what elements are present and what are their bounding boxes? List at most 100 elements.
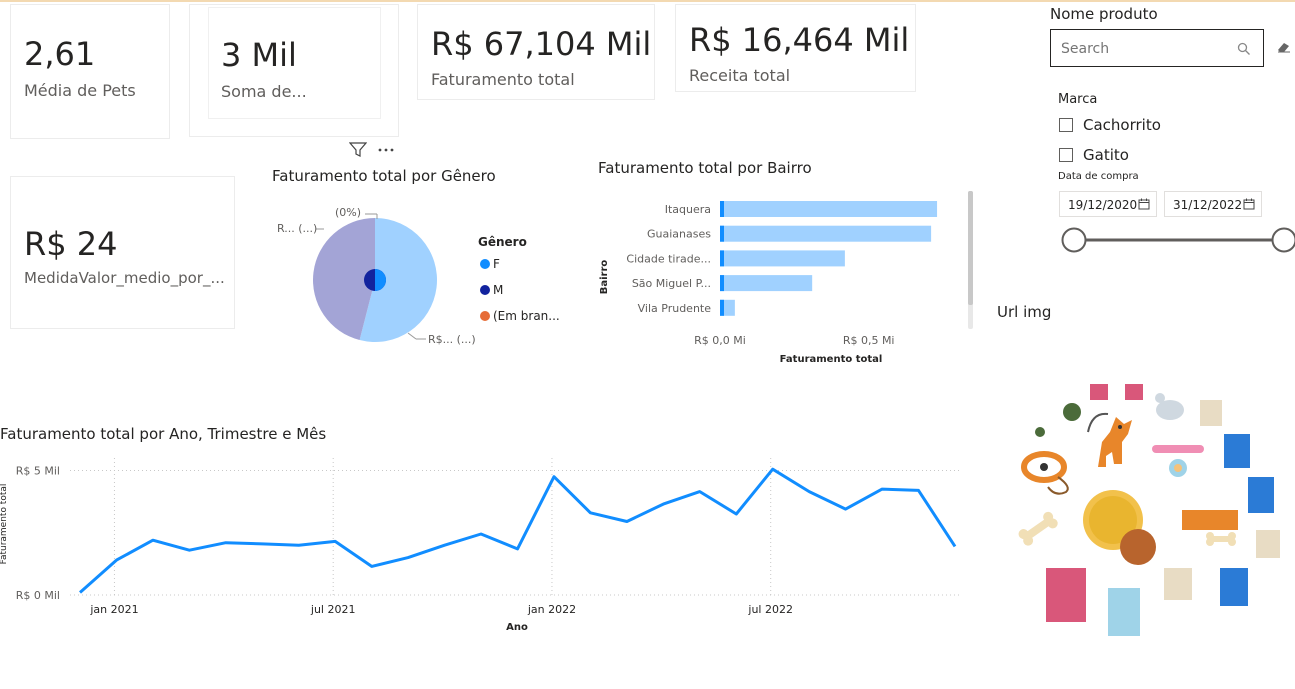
slicer-marca-title: Marca bbox=[1058, 92, 1098, 107]
start-date-value: 19/12/2020 bbox=[1068, 198, 1138, 212]
bar-tip-4 bbox=[720, 299, 724, 316]
bar-tip-3 bbox=[720, 275, 724, 292]
pie-legend-label[interactable]: F bbox=[493, 257, 500, 271]
option-cachorrito-label[interactable]: Cachorrito bbox=[1083, 116, 1161, 134]
more-options-icon[interactable] bbox=[377, 146, 395, 154]
line-point[interactable] bbox=[880, 487, 884, 491]
line-point[interactable] bbox=[260, 542, 264, 546]
bar-2[interactable] bbox=[720, 250, 845, 267]
line-point[interactable] bbox=[333, 539, 337, 543]
kpi-inner: 3 Mil Soma de... bbox=[208, 7, 381, 119]
calendar-icon[interactable] bbox=[1138, 198, 1150, 210]
line-point[interactable] bbox=[406, 556, 410, 560]
pie-legend-marker bbox=[480, 285, 490, 295]
line-point[interactable] bbox=[953, 544, 957, 548]
pie-label-right: R$... (...) bbox=[428, 333, 476, 346]
pie-label-top: (0%) bbox=[335, 206, 361, 219]
food-bag-icon bbox=[1256, 530, 1280, 558]
bone-icon bbox=[1018, 511, 1058, 546]
line-series[interactable] bbox=[79, 467, 957, 594]
start-date-input[interactable]: 19/12/2020 bbox=[1059, 191, 1157, 217]
filter-icon[interactable] bbox=[349, 142, 367, 158]
food-bag-icon bbox=[1224, 434, 1250, 468]
bar-x-axis-label: Faturamento total bbox=[780, 354, 883, 365]
bar-0[interactable] bbox=[720, 201, 938, 217]
bar-3[interactable] bbox=[720, 275, 813, 292]
pie-legend-label[interactable]: (Em bran... bbox=[493, 309, 560, 323]
line-y-tick: R$ 5 Mil bbox=[16, 464, 60, 477]
option-gatito-label[interactable]: Gatito bbox=[1083, 146, 1129, 164]
line-point[interactable] bbox=[479, 532, 483, 536]
line-point[interactable] bbox=[297, 543, 301, 547]
line-point[interactable] bbox=[516, 547, 520, 551]
line-x-tick: jul 2021 bbox=[310, 603, 356, 616]
line-point[interactable] bbox=[807, 490, 811, 494]
line-point[interactable] bbox=[151, 538, 155, 542]
line-y-tick: R$ 0 Mil bbox=[16, 589, 60, 602]
line-x-tick: jul 2022 bbox=[747, 603, 793, 616]
line-point[interactable] bbox=[588, 511, 592, 515]
line-chart-title: Faturamento total por Ano, Trimestre e M… bbox=[0, 425, 327, 443]
dog-icon bbox=[1087, 412, 1132, 467]
kpi-label: MedidaValor_medio_por_... bbox=[24, 269, 225, 287]
kpi-value: R$ 67,104 Mil bbox=[431, 25, 652, 63]
kpi-value: R$ 24 bbox=[24, 225, 118, 263]
kpi-card-valor-medio[interactable]: R$ 24 MedidaValor_medio_por_... bbox=[10, 176, 235, 329]
kpi-card-pets[interactable]: 2,61 Média de Pets bbox=[10, 4, 170, 139]
scrollbar-thumb[interactable] bbox=[968, 191, 973, 305]
line-point[interactable] bbox=[370, 564, 374, 568]
line-chart: Faturamento total Ano R$ 5 Mil R$ 0 Mil ja… bbox=[0, 458, 960, 633]
line-x-tick: jan 2022 bbox=[527, 603, 576, 616]
search-box[interactable] bbox=[1050, 29, 1264, 67]
pie-legend-label[interactable]: M bbox=[493, 283, 503, 297]
line-point[interactable] bbox=[224, 541, 228, 545]
pie-label-left: R... (...) bbox=[277, 222, 317, 235]
line-y-axis-label: Faturamento total bbox=[0, 484, 9, 565]
pie-chart-title: Faturamento total por Gênero bbox=[272, 167, 496, 185]
line-point[interactable] bbox=[698, 490, 702, 494]
line-x-axis-label: Ano bbox=[506, 622, 528, 633]
kpi-label: Média de Pets bbox=[24, 81, 136, 100]
checkbox-cachorrito[interactable] bbox=[1059, 118, 1073, 132]
kpi-card-soma[interactable]: 3 Mil Soma de... bbox=[189, 4, 399, 137]
search-icon[interactable] bbox=[1237, 42, 1251, 56]
line-point[interactable] bbox=[771, 467, 775, 471]
top-border bbox=[0, 0, 1295, 2]
search-input[interactable] bbox=[1059, 38, 1233, 60]
pie-legend-marker bbox=[480, 311, 490, 321]
bowl-icon bbox=[1035, 427, 1045, 437]
end-date-input[interactable]: 31/12/2022 bbox=[1164, 191, 1262, 217]
line-point[interactable] bbox=[552, 475, 556, 479]
line-point[interactable] bbox=[734, 512, 738, 516]
line-point[interactable] bbox=[917, 488, 921, 492]
bar-category-label: Itaquera bbox=[665, 203, 711, 216]
cookie-icon bbox=[1120, 529, 1156, 565]
food-bag-icon bbox=[1164, 568, 1192, 600]
date-range-slider[interactable] bbox=[1058, 225, 1295, 255]
cat-food-can-icon bbox=[1108, 588, 1140, 636]
line-point[interactable] bbox=[844, 507, 848, 511]
slider-handle-end[interactable] bbox=[1271, 227, 1295, 253]
slider-handle-start[interactable] bbox=[1061, 227, 1087, 253]
bar-1[interactable] bbox=[720, 225, 932, 242]
food-bag-icon bbox=[1200, 400, 1222, 426]
end-date-value: 31/12/2022 bbox=[1173, 198, 1243, 212]
gift-icon bbox=[1090, 384, 1108, 400]
line-point[interactable] bbox=[114, 558, 118, 562]
bar-category-label: Guaianases bbox=[647, 228, 711, 241]
calendar-icon[interactable] bbox=[1243, 198, 1255, 210]
url-img-title: Url img bbox=[997, 303, 1052, 321]
line-point[interactable] bbox=[661, 502, 665, 506]
kpi-value: 2,61 bbox=[24, 35, 96, 73]
line-point[interactable] bbox=[625, 520, 629, 524]
food-bag-icon bbox=[1220, 568, 1248, 606]
line-point[interactable] bbox=[78, 591, 82, 595]
kpi-card-receita[interactable]: R$ 16,464 Mil Receita total bbox=[675, 4, 916, 92]
gift-icon bbox=[1125, 384, 1143, 400]
checkbox-gatito[interactable] bbox=[1059, 148, 1073, 162]
eraser-icon[interactable] bbox=[1276, 40, 1292, 54]
pet-products-illustration bbox=[1018, 384, 1280, 636]
line-point[interactable] bbox=[443, 543, 447, 547]
line-point[interactable] bbox=[187, 548, 191, 552]
kpi-card-faturamento[interactable]: R$ 67,104 Mil Faturamento total bbox=[417, 4, 655, 100]
